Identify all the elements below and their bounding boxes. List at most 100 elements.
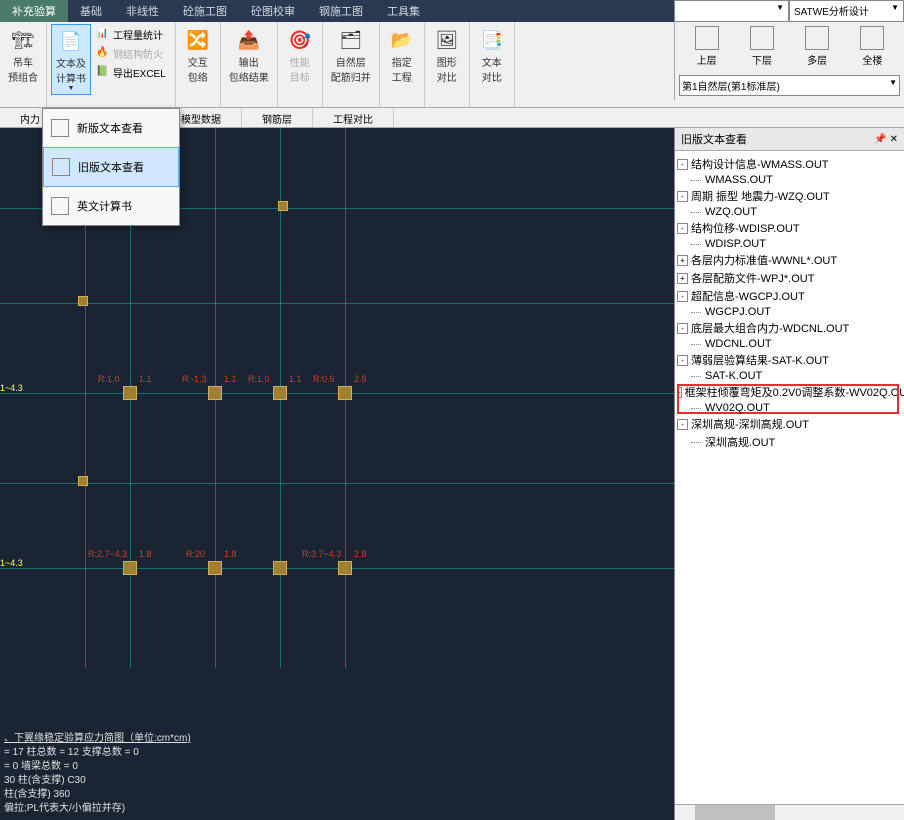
floor-down-button[interactable]: 下层 [750, 26, 774, 67]
structural-node[interactable] [208, 561, 222, 575]
tree-label: 薄弱层验算结果-SAT-K.OUT [691, 352, 829, 368]
tree-item[interactable]: -超配信息-WGCPJ.OUT [677, 287, 902, 305]
close-icon[interactable]: ✕ [890, 134, 898, 145]
collapse-icon[interactable]: - [677, 159, 688, 170]
structural-node[interactable] [78, 476, 88, 486]
crane-button[interactable]: 🏗吊车 预组合 [4, 24, 42, 86]
chevron-down-icon: ▼ [68, 85, 75, 92]
tree-child-item[interactable]: WGCPJ.OUT [677, 305, 902, 319]
jiaohu-button[interactable]: 🔀交互 包络 [180, 24, 216, 86]
menu-new-text-view[interactable]: 新版文本查看 [43, 109, 179, 147]
tab-nonlinear[interactable]: 非线性 [114, 0, 171, 22]
tab-concrete-review[interactable]: 砼图校审 [239, 0, 307, 22]
structural-node[interactable] [273, 561, 287, 575]
zhiding-button[interactable]: 📂指定 工程 [384, 24, 420, 86]
expand-icon[interactable]: + [677, 255, 688, 266]
node-label: R:1.0 [248, 374, 270, 384]
tree-item[interactable]: -结构位移-WDISP.OUT [677, 219, 902, 237]
collapse-icon[interactable]: - [677, 387, 682, 398]
excel-icon: 📗 [96, 66, 110, 80]
tree-item[interactable]: -底层最大组合内力-WDCNL.OUT [677, 319, 902, 337]
export-excel-button[interactable]: 📗导出EXCEL [93, 64, 169, 81]
structural-node[interactable] [208, 386, 222, 400]
tree-label: 结构设计信息-WMASS.OUT [691, 156, 829, 172]
tree-item[interactable]: +各层内力标准值-WWNL*.OUT [677, 251, 902, 269]
structural-node[interactable] [123, 561, 137, 575]
scrollbar-thumb[interactable] [695, 805, 775, 820]
tree-child-item[interactable]: WDCNL.OUT [677, 337, 902, 351]
combo-1[interactable]: ▼ [674, 0, 789, 22]
node-label: 2.8 [354, 374, 367, 384]
tree-label: 超配信息-WGCPJ.OUT [691, 288, 805, 304]
structural-node[interactable] [123, 386, 137, 400]
tree-item[interactable]: -结构设计信息-WMASS.OUT [677, 155, 902, 173]
drawing-canvas[interactable]: R:1.0 1.1 R:-1.3 1.1 R:1.0 1.1 R:0.6 2.8… [0, 128, 674, 820]
tab-supplement[interactable]: 补充验算 [0, 0, 68, 22]
tree-item[interactable]: -框架柱倾覆弯矩及0.2V0调整系数-WV02Q.OUT [677, 383, 902, 401]
tab-steel-draw[interactable]: 钢施工图 [307, 0, 375, 22]
tree-child-item[interactable]: WMASS.OUT [677, 173, 902, 187]
chevron-down-icon: ▼ [889, 78, 897, 93]
tree-item[interactable]: -薄弱层验算结果-SAT-K.OUT [677, 351, 902, 369]
structural-node[interactable] [338, 561, 352, 575]
node-label: R:1.0 [98, 374, 120, 384]
layers-icon [805, 26, 829, 50]
eng-stat-button[interactable]: 📊工程量统计 [93, 26, 169, 43]
subtab-rebar[interactable]: 钢筋层 [242, 108, 313, 127]
subtab-compare[interactable]: 工程对比 [313, 108, 394, 127]
collapse-icon[interactable]: - [677, 291, 688, 302]
tuxing-button[interactable]: 🖼图形 对比 [429, 24, 465, 86]
tab-concrete-draw[interactable]: 砼施工图 [171, 0, 239, 22]
tree-label: 底层最大组合内力-WDCNL.OUT [691, 320, 849, 336]
combo-analysis[interactable]: SATWE分析设计▼ [789, 0, 904, 22]
node-label: R:20 [186, 549, 205, 559]
structural-node[interactable] [278, 201, 288, 211]
dimension-label: 1~4.3 [0, 558, 23, 568]
collapse-icon[interactable]: - [677, 223, 688, 234]
collapse-icon[interactable]: - [677, 419, 688, 430]
tree-label: 框架柱倾覆弯矩及0.2V0调整系数-WV02Q.OUT [685, 384, 904, 400]
floor-selector-combo[interactable]: 第1自然层(第1标准层)▼ [679, 75, 900, 96]
tab-foundation[interactable]: 基础 [68, 0, 114, 22]
text-calc-button[interactable]: 📄文本及 计算书▼ [51, 24, 91, 95]
floor-all-button[interactable]: 全楼 [860, 26, 884, 67]
tree-item[interactable]: -深圳高规-深圳高规.OUT [677, 415, 902, 433]
structural-node[interactable] [338, 386, 352, 400]
output-panel: 旧版文本查看 📌 ✕ -结构设计信息-WMASS.OUTWMASS.OUT-周期… [674, 128, 904, 820]
collapse-icon[interactable]: - [677, 355, 688, 366]
collapse-icon[interactable]: - [677, 323, 688, 334]
steel-fire-button[interactable]: 🔥钢结构防火 [93, 45, 169, 62]
tree-child-item[interactable]: 深圳高规.OUT [677, 433, 902, 451]
tree-child-item[interactable]: SAT-K.OUT [677, 369, 902, 383]
arrow-down-icon [750, 26, 774, 50]
shuchu-button[interactable]: 📤输出 包络结果 [225, 24, 273, 86]
pin-icon[interactable]: 📌 [874, 134, 886, 145]
ziranlayer-button[interactable]: 🗂自然层 配筋归并 [327, 24, 375, 86]
structural-node[interactable] [78, 296, 88, 306]
tree-item[interactable]: +各层配筋文件-WPJ*.OUT [677, 269, 902, 287]
horizontal-scrollbar[interactable] [675, 804, 904, 820]
menu-old-text-view[interactable]: 旧版文本查看 [43, 147, 179, 187]
chevron-down-icon: ▼ [891, 3, 899, 19]
menu-english-calc[interactable]: 英文计算书 [43, 187, 179, 225]
expand-icon[interactable]: + [677, 273, 688, 284]
tab-tools[interactable]: 工具集 [375, 0, 432, 22]
wenben-button[interactable]: 📑文本 对比 [474, 24, 510, 86]
output-tree: -结构设计信息-WMASS.OUTWMASS.OUT-周期 振型 地震力-WZQ… [675, 151, 904, 820]
document-icon: 📄 [57, 27, 85, 55]
floor-up-button[interactable]: 上层 [695, 26, 719, 67]
output-icon: 📤 [235, 26, 263, 54]
compare-text-icon: 📑 [478, 26, 506, 54]
tree-item[interactable]: -周期 振型 地震力-WZQ.OUT [677, 187, 902, 205]
chevron-down-icon: ▼ [776, 3, 784, 19]
tree-child-item[interactable]: WDISP.OUT [677, 237, 902, 251]
xingneng-button[interactable]: 🎯性能 目标 [282, 24, 318, 86]
structural-node[interactable] [273, 386, 287, 400]
tree-child-item[interactable]: WZQ.OUT [677, 205, 902, 219]
tree-child-item[interactable]: WV02Q.OUT [677, 401, 902, 415]
collapse-icon[interactable]: - [677, 191, 688, 202]
tree-label: 深圳高规-深圳高规.OUT [691, 416, 809, 432]
building-icon [860, 26, 884, 50]
floor-multi-button[interactable]: 多层 [805, 26, 829, 67]
node-label: 1.1 [139, 374, 152, 384]
